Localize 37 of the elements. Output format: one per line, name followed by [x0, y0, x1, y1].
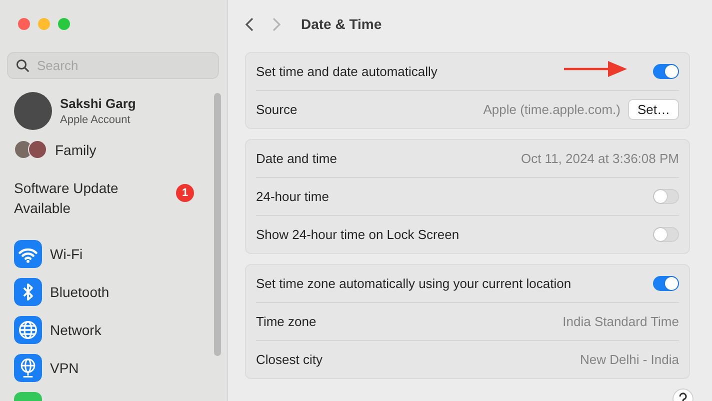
set-button[interactable]: Set… — [628, 99, 679, 120]
setting-label: Date and time — [256, 151, 337, 166]
scroll-bar[interactable] — [214, 93, 221, 356]
setting-label: Show 24-hour time on Lock Screen — [256, 227, 460, 242]
toggle-switch[interactable] — [653, 276, 679, 291]
window-title: Date & Time — [301, 16, 382, 32]
setting-label: Source — [256, 102, 298, 117]
search-icon — [16, 59, 29, 72]
setting-value: India Standard Time — [562, 314, 679, 329]
sidebar-item[interactable]: Software Update Available — [14, 178, 144, 218]
bluetooth-icon[interactable] — [14, 278, 42, 306]
setting-value: Oct 11, 2024 at 3:36:08 PM — [520, 151, 679, 166]
setting-value: New Delhi - India — [580, 352, 679, 367]
globe-icon[interactable] — [14, 316, 42, 344]
sidebar-item[interactable]: Family — [55, 142, 96, 158]
family-avatars — [14, 140, 47, 159]
account-name[interactable]: Sakshi Garg — [60, 96, 136, 111]
close-window-button[interactable] — [18, 18, 30, 30]
sidebar-item[interactable]: Bluetooth — [50, 284, 110, 300]
notification-badge: 1 — [176, 184, 194, 202]
setting-value: Apple (time.apple.com.) — [483, 102, 620, 117]
setting-label: Set time zone automatically using your current location — [256, 276, 572, 291]
setting-label: Set time and date automatically — [256, 64, 438, 79]
setting-label: Time zone — [256, 314, 316, 329]
toggle-switch[interactable] — [653, 227, 679, 242]
setting-label: Closest city — [256, 352, 322, 367]
sidebar-item[interactable]: VPN — [50, 360, 79, 376]
toggle-switch[interactable] — [653, 64, 679, 79]
vpn-icon[interactable] — [14, 354, 42, 382]
wifi-icon[interactable] — [14, 240, 42, 268]
toggle-switch[interactable] — [653, 189, 679, 204]
sidebar-item[interactable]: Network — [50, 322, 102, 338]
setting-label: 24-hour time — [256, 189, 329, 204]
account-subtitle: Apple Account — [60, 114, 132, 126]
sidebar-item[interactable]: Wi-Fi — [50, 246, 83, 262]
avatar[interactable] — [14, 92, 52, 130]
back-icon[interactable] — [245, 16, 254, 32]
